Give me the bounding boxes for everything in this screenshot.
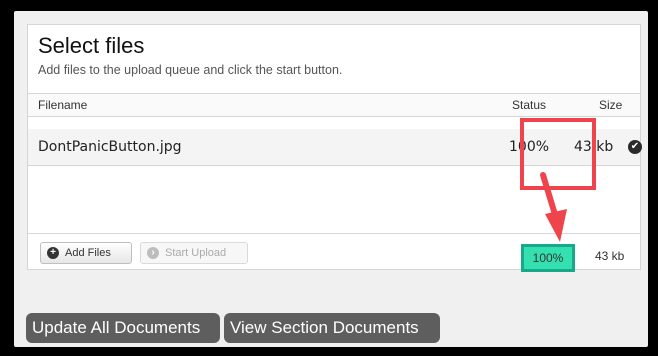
- annotation-arrow: [540, 172, 567, 242]
- update-all-documents-button[interactable]: Update All Documents: [26, 313, 220, 343]
- screenshot-frame: Select files Add files to the upload que…: [0, 0, 658, 356]
- upload-area: Select files Add files to the upload que…: [14, 11, 648, 347]
- view-section-documents-button[interactable]: View Section Documents: [224, 313, 440, 343]
